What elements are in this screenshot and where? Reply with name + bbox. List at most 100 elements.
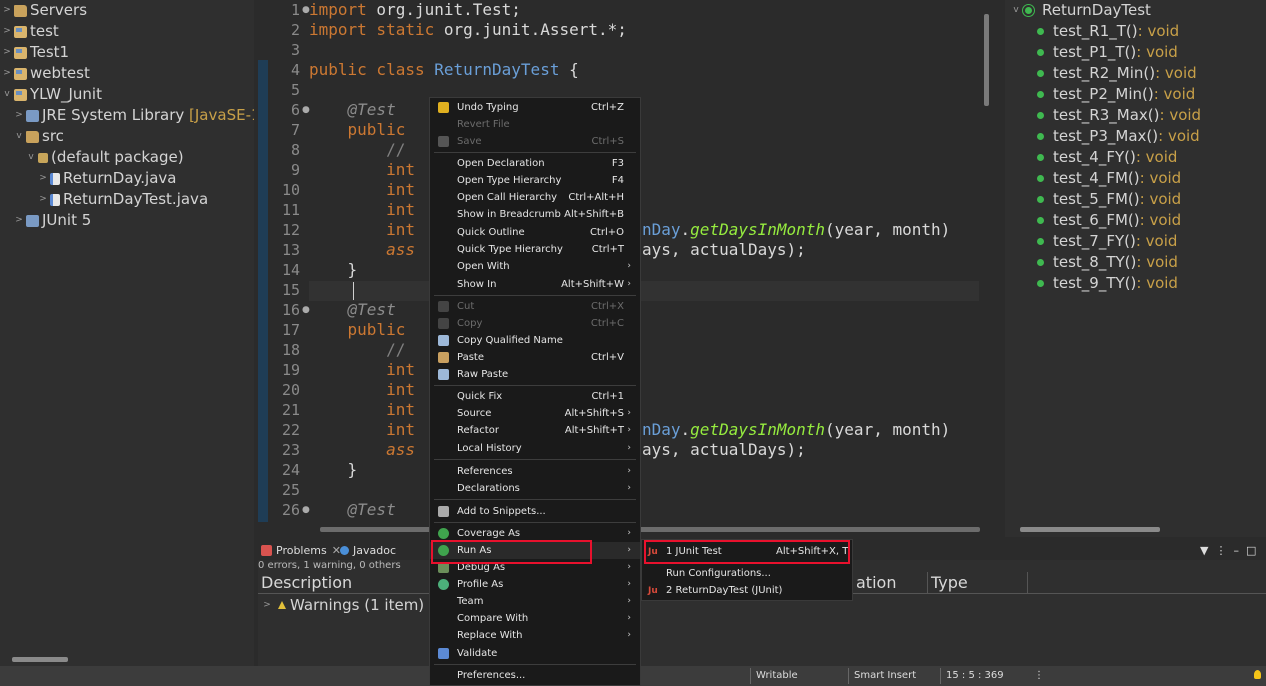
menu-item-open-with[interactable]: Open With › (430, 258, 640, 275)
column-location[interactable]: ation (853, 572, 896, 594)
tree-item-src[interactable]: v src (14, 126, 64, 147)
chevron-down-icon[interactable]: v (1011, 0, 1021, 21)
menu-item-revert-file[interactable]: Revert File (430, 116, 640, 133)
view-menu-icon[interactable]: ⋮ (1215, 544, 1226, 557)
menu-item-validate[interactable]: Validate (430, 645, 640, 662)
menu-item-paste[interactable]: Paste Ctrl+V (430, 349, 640, 366)
line-number: 9 (290, 161, 300, 179)
outline-method-item[interactable]: test_P2_Min() : void (1037, 84, 1195, 105)
code-line: // (309, 140, 406, 159)
menu-item-replace-with[interactable]: Replace With › (430, 627, 640, 644)
explorer-scrollbar[interactable] (12, 657, 68, 662)
outline-method-item[interactable]: test_9_TY() : void (1037, 273, 1178, 294)
tree-item-jre-library[interactable]: > JRE System Library [JavaSE-17 (14, 105, 254, 126)
menu-item-add-to-snippets[interactable]: Add to Snippets... (430, 503, 640, 520)
chevron-down-icon[interactable]: v (14, 126, 24, 147)
menu-item-declarations[interactable]: Declarations › (430, 480, 640, 497)
code-line-fragment: nDay.getDaysInMonth(year, month) (642, 420, 951, 439)
tree-item-webtest[interactable]: > webtest (2, 63, 90, 84)
menu-item-copy[interactable]: Copy Ctrl+C (430, 315, 640, 332)
submenu-item-run-configurations[interactable]: Run Configurations... (642, 565, 852, 582)
menu-item-save[interactable]: Save Ctrl+S (430, 133, 640, 150)
menu-item-open-call-hierarchy[interactable]: Open Call Hierarchy Ctrl+Alt+H (430, 189, 640, 206)
tree-item-junit5[interactable]: > JUnit 5 (14, 210, 91, 231)
menu-separator (434, 499, 636, 500)
status-cursor-position[interactable]: 15 : 5 : 369 (942, 669, 1004, 683)
menu-item-show-in[interactable]: Show In Alt+Shift+W › (430, 276, 640, 293)
menu-item-references[interactable]: References › (430, 463, 640, 480)
tree-item-ylw-junit[interactable]: v YLW_Junit (2, 84, 102, 105)
outline-method-item[interactable]: test_4_FY() : void (1037, 147, 1177, 168)
project-icon (14, 46, 27, 59)
outline-method-item[interactable]: test_P1_T() : void (1037, 42, 1178, 63)
column-description[interactable]: Description (258, 572, 352, 594)
tree-item-test[interactable]: > test (2, 21, 59, 42)
tree-item-returnday-java[interactable]: > ReturnDay.java (38, 168, 176, 189)
menu-item-preferences[interactable]: Preferences... (430, 667, 640, 684)
editor-vertical-scrollbar[interactable] (984, 14, 989, 106)
chevron-right-icon[interactable]: > (2, 21, 12, 42)
lightbulb-icon[interactable] (1254, 670, 1261, 679)
tree-item-servers[interactable]: > Servers (2, 0, 87, 21)
menu-item-show-in-breadcrumb[interactable]: Show in Breadcrumb Alt+Shift+B (430, 206, 640, 223)
tab-javadoc[interactable]: Javadoc (340, 542, 396, 558)
status-divider (750, 668, 751, 684)
chevron-down-icon[interactable]: v (2, 84, 12, 105)
outline-method-item[interactable]: test_P3_Max() : void (1037, 126, 1200, 147)
chevron-right-icon[interactable]: > (14, 210, 24, 231)
chevron-right-icon[interactable]: > (38, 189, 48, 210)
menu-item-quick-outline[interactable]: Quick Outline Ctrl+O (430, 224, 640, 241)
submenu-item-returndaytest-junit[interactable]: Ju 2 ReturnDayTest (JUnit) (642, 582, 852, 599)
menu-item-open-declaration[interactable]: Open Declaration F3 (430, 155, 640, 172)
menu-item-compare-with[interactable]: Compare With › (430, 610, 640, 627)
outline-method-item[interactable]: test_R2_Min() : void (1037, 63, 1197, 84)
submenu-arrow-icon: › (627, 613, 631, 623)
outline-scrollbar[interactable] (1020, 527, 1160, 532)
maximize-icon[interactable]: □ (1246, 544, 1256, 557)
outline-class-item[interactable]: v ReturnDayTest (1011, 0, 1151, 21)
tree-item-returndaytest-java[interactable]: > ReturnDayTest.java (38, 189, 208, 210)
menu-item-local-history[interactable]: Local History › (430, 440, 640, 457)
menu-item-cut[interactable]: Cut Ctrl+X (430, 298, 640, 315)
editor-horizontal-scrollbar[interactable] (320, 527, 980, 532)
minimize-icon[interactable]: – (1233, 544, 1239, 557)
chevron-right-icon[interactable]: > (2, 0, 12, 21)
chevron-right-icon[interactable]: > (14, 105, 24, 126)
outline-method-item[interactable]: test_5_FM() : void (1037, 189, 1181, 210)
menu-item-team[interactable]: Team › (430, 593, 640, 610)
chevron-down-icon[interactable]: v (26, 147, 36, 168)
menu-item-refactor[interactable]: Refactor Alt+Shift+T › (430, 422, 640, 439)
outline-method-item[interactable]: test_R3_Max() : void (1037, 105, 1201, 126)
chevron-right-icon[interactable]: > (2, 63, 12, 84)
code-line: public (309, 320, 406, 339)
menu-item-quick-type-hierarchy[interactable]: Quick Type Hierarchy Ctrl+T (430, 241, 640, 258)
menu-item-open-type-hierarchy[interactable]: Open Type Hierarchy F4 (430, 172, 640, 189)
menu-item-source[interactable]: Source Alt+Shift+S › (430, 405, 640, 422)
menu-item-quick-fix[interactable]: Quick Fix Ctrl+1 (430, 388, 640, 405)
line-number: 15 (281, 281, 300, 299)
tree-item-test1[interactable]: > Test1 (2, 42, 69, 63)
outline-method-item[interactable]: test_7_FY() : void (1037, 231, 1177, 252)
outline-method-item[interactable]: test_R1_T() : void (1037, 21, 1179, 42)
menu-item-undo-typing[interactable]: Undo Typing Ctrl+Z (430, 99, 640, 116)
outline-method-item[interactable]: test_8_TY() : void (1037, 252, 1178, 273)
chevron-right-icon[interactable]: > (262, 600, 272, 610)
menu-item-raw-paste[interactable]: Raw Paste (430, 366, 640, 383)
status-menu-icon[interactable]: ⋮ (1030, 669, 1044, 683)
tree-item-default-package[interactable]: v (default package) (26, 147, 183, 168)
filter-icon[interactable]: ▼ (1200, 544, 1208, 557)
tab-problems[interactable]: Problems ✕ (261, 542, 341, 558)
code-line: import static org.junit.Assert.*; (309, 20, 627, 39)
outline-method-item[interactable]: test_6_FM() : void (1037, 210, 1181, 231)
view-toolbar: ▼ ⋮ – □ (1200, 544, 1256, 557)
menu-item-copy-qualified-name[interactable]: Copy Qualified Name (430, 332, 640, 349)
chevron-right-icon[interactable]: > (2, 42, 12, 63)
code-line-fragment: nDay.getDaysInMonth(year, month) (642, 220, 951, 239)
outline-method-item[interactable]: test_4_FM() : void (1037, 168, 1181, 189)
text-caret (353, 282, 354, 300)
column-type[interactable]: Type (927, 572, 968, 594)
warnings-tree-item[interactable]: > Warnings (1 item) (262, 596, 424, 614)
status-insert-mode[interactable]: Smart Insert (850, 669, 916, 683)
chevron-right-icon[interactable]: > (38, 168, 48, 189)
menu-item-profile-as[interactable]: Profile As › (430, 576, 640, 593)
